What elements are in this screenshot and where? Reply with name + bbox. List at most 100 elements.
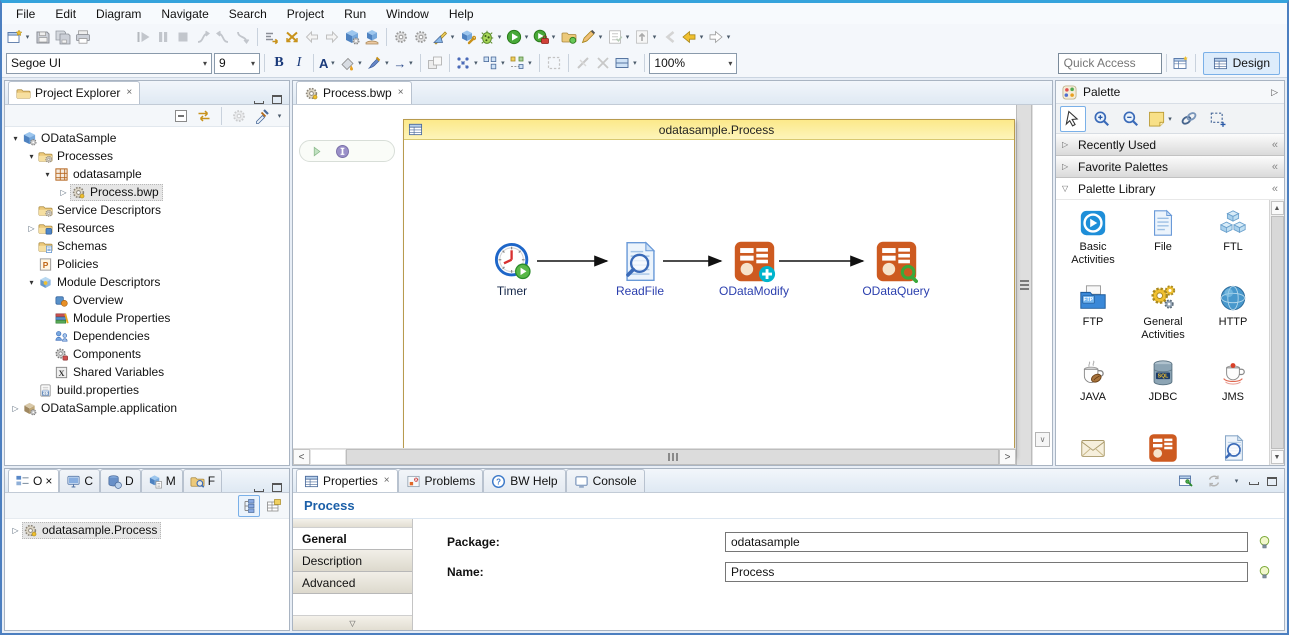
design-perspective-button[interactable]: Design — [1203, 52, 1280, 75]
tab-problems[interactable]: Problems — [398, 469, 484, 492]
tab-console[interactable]: Console — [566, 469, 645, 492]
align-button[interactable]: ▾ — [481, 52, 508, 74]
palette-item-jdbc[interactable]: JDBC — [1128, 358, 1198, 430]
process-box[interactable]: odatasample.Process Timer — [403, 119, 1015, 457]
tree-item-process-bwp[interactable]: ▷Process.bwp — [5, 183, 289, 201]
tab-process-bwp[interactable]: Process.bwp × — [296, 81, 412, 104]
tree-item-components[interactable]: Components — [5, 345, 289, 363]
node-odataquery[interactable]: ODataQuery — [848, 240, 944, 298]
distribute-dropdown[interactable]: ▾ — [525, 59, 534, 67]
palette-section-favorites[interactable]: ▷ Favorite Palettes « — [1056, 156, 1284, 178]
tree-item-odatasample-application[interactable]: ▷ODataSample.application — [5, 399, 289, 417]
note-tool-dropdown[interactable]: ▾ — [1167, 115, 1173, 123]
process-canvas[interactable]: odatasample.Process Timer — [293, 105, 1016, 465]
tab-project-explorer[interactable]: Project Explorer × — [8, 81, 140, 104]
font-size-select[interactable]: 9▾ — [214, 53, 260, 74]
annotate-button[interactable]: ▾ — [579, 26, 606, 48]
name-module-property-button[interactable] — [1256, 565, 1272, 580]
tree-item-schemas[interactable]: Schemas — [5, 237, 289, 255]
debug-dropdown[interactable]: ▾ — [495, 33, 504, 41]
maximize-button[interactable] — [272, 95, 282, 104]
tree-item-resources[interactable]: ▷Resources — [5, 219, 289, 237]
italic-button[interactable]: I — [289, 52, 309, 74]
merge-link-button[interactable] — [573, 52, 593, 74]
pin-editor-button[interactable] — [1176, 470, 1196, 492]
palette-scrollbar[interactable]: ▲ ▼ — [1269, 200, 1284, 465]
close-icon[interactable]: × — [398, 88, 404, 98]
tree-item-policies[interactable]: Policies — [5, 255, 289, 273]
sync-button[interactable] — [1204, 470, 1224, 492]
palette-item-http[interactable]: HTTP — [1198, 283, 1268, 355]
expander-icon[interactable]: ▾ — [25, 278, 38, 287]
tree-item-module-descriptors[interactable]: ▾Module Descriptors — [5, 273, 289, 291]
scrollbar-thumb[interactable] — [1271, 216, 1284, 449]
process-box-header[interactable]: odatasample.Process — [404, 120, 1014, 140]
menu-search[interactable]: Search — [219, 5, 277, 23]
fill-color-dropdown[interactable]: ▾ — [355, 59, 364, 67]
line-color-button[interactable]: ▾ — [365, 52, 392, 74]
distribute-button[interactable]: ▾ — [508, 52, 535, 74]
palette-item-mail[interactable]: Mail — [1058, 433, 1128, 465]
pin-icon[interactable]: « — [1272, 161, 1278, 173]
menu-help[interactable]: Help — [439, 5, 484, 23]
view-menu-button[interactable]: ▾ — [275, 112, 284, 120]
design-tools-button[interactable]: ▾ — [431, 26, 458, 48]
tree-item-service-descriptors[interactable]: Service Descriptors — [5, 201, 289, 219]
annotate-dropdown[interactable]: ▾ — [596, 33, 605, 41]
step-return-button[interactable] — [233, 26, 253, 48]
scroll-up-button[interactable]: ▲ — [1271, 201, 1284, 215]
selection-tool-button[interactable] — [1060, 106, 1086, 132]
focus-button[interactable] — [229, 105, 249, 127]
menu-project[interactable]: Project — [277, 5, 334, 23]
tasks-dropdown[interactable]: ▾ — [623, 33, 632, 41]
nav-description[interactable]: Description — [293, 550, 412, 572]
save-all-button[interactable] — [53, 26, 73, 48]
line-style-button[interactable]: →▾ — [392, 52, 416, 74]
new-module-button[interactable] — [342, 26, 362, 48]
generate-flow-button[interactable] — [262, 26, 282, 48]
palette-section-recently-used[interactable]: ▷ Recently Used « — [1056, 134, 1284, 156]
configure-module-button[interactable] — [458, 26, 478, 48]
zoom-level-select[interactable]: 100%▾ — [649, 53, 737, 74]
process-starter-pill[interactable] — [299, 140, 395, 162]
palette-item-ftp[interactable]: FTP — [1058, 283, 1128, 355]
marquee-tool-button[interactable] — [1205, 106, 1231, 132]
new-wizard-dropdown[interactable]: ▾ — [23, 33, 32, 41]
preferences-button[interactable] — [411, 26, 431, 48]
upload-dropdown[interactable]: ▾ — [650, 33, 659, 41]
stop-button[interactable] — [173, 26, 193, 48]
tab-file-explorer-view[interactable]: F — [183, 469, 222, 492]
expander-icon[interactable]: ▾ — [41, 170, 54, 179]
collapse-all-button[interactable] — [171, 105, 191, 127]
expander-icon[interactable]: ▷ — [25, 224, 38, 233]
run-configurations-button[interactable]: ▾ — [532, 26, 559, 48]
collapse-palette-icon[interactable]: ▷ — [1271, 87, 1278, 98]
nav-general[interactable]: General — [293, 528, 412, 550]
package-module-property-button[interactable] — [1256, 535, 1272, 550]
palette-item-general-activities[interactable]: General Activities — [1128, 283, 1198, 355]
pin-icon[interactable]: « — [1272, 183, 1278, 195]
open-perspective-button[interactable] — [1171, 52, 1191, 74]
scroll-left-button[interactable]: < — [293, 449, 310, 465]
node-readfile[interactable]: ReadFile — [592, 240, 688, 298]
palette-item-basic-activities[interactable]: Basic Activities — [1058, 208, 1128, 280]
close-icon[interactable]: × — [126, 88, 132, 98]
palette-item-ftl[interactable]: FTL — [1198, 208, 1268, 280]
minimize-button[interactable] — [254, 101, 264, 104]
menu-window[interactable]: Window — [376, 5, 439, 23]
scroll-down-button[interactable]: ∨ — [1035, 432, 1050, 447]
scrollbar-thumb[interactable] — [346, 449, 999, 465]
resume-button[interactable] — [133, 26, 153, 48]
pause-button[interactable] — [153, 26, 173, 48]
upload-button[interactable]: ▾ — [633, 26, 660, 48]
link-with-editor-button[interactable] — [194, 105, 214, 127]
node-odatamodify[interactable]: ODataModify — [706, 240, 802, 298]
print-button[interactable] — [73, 26, 93, 48]
tree-view-toggle-button[interactable] — [238, 495, 260, 517]
step-into-button[interactable] — [193, 26, 213, 48]
palette-item-java[interactable]: JAVA — [1058, 358, 1128, 430]
font-color-button[interactable]: A▾ — [318, 52, 338, 74]
font-family-select[interactable]: Segoe UI▾ — [6, 53, 212, 74]
pin-icon[interactable]: « — [1272, 139, 1278, 151]
tree-item-odatasample-package[interactable]: ▾odatasample — [5, 165, 289, 183]
